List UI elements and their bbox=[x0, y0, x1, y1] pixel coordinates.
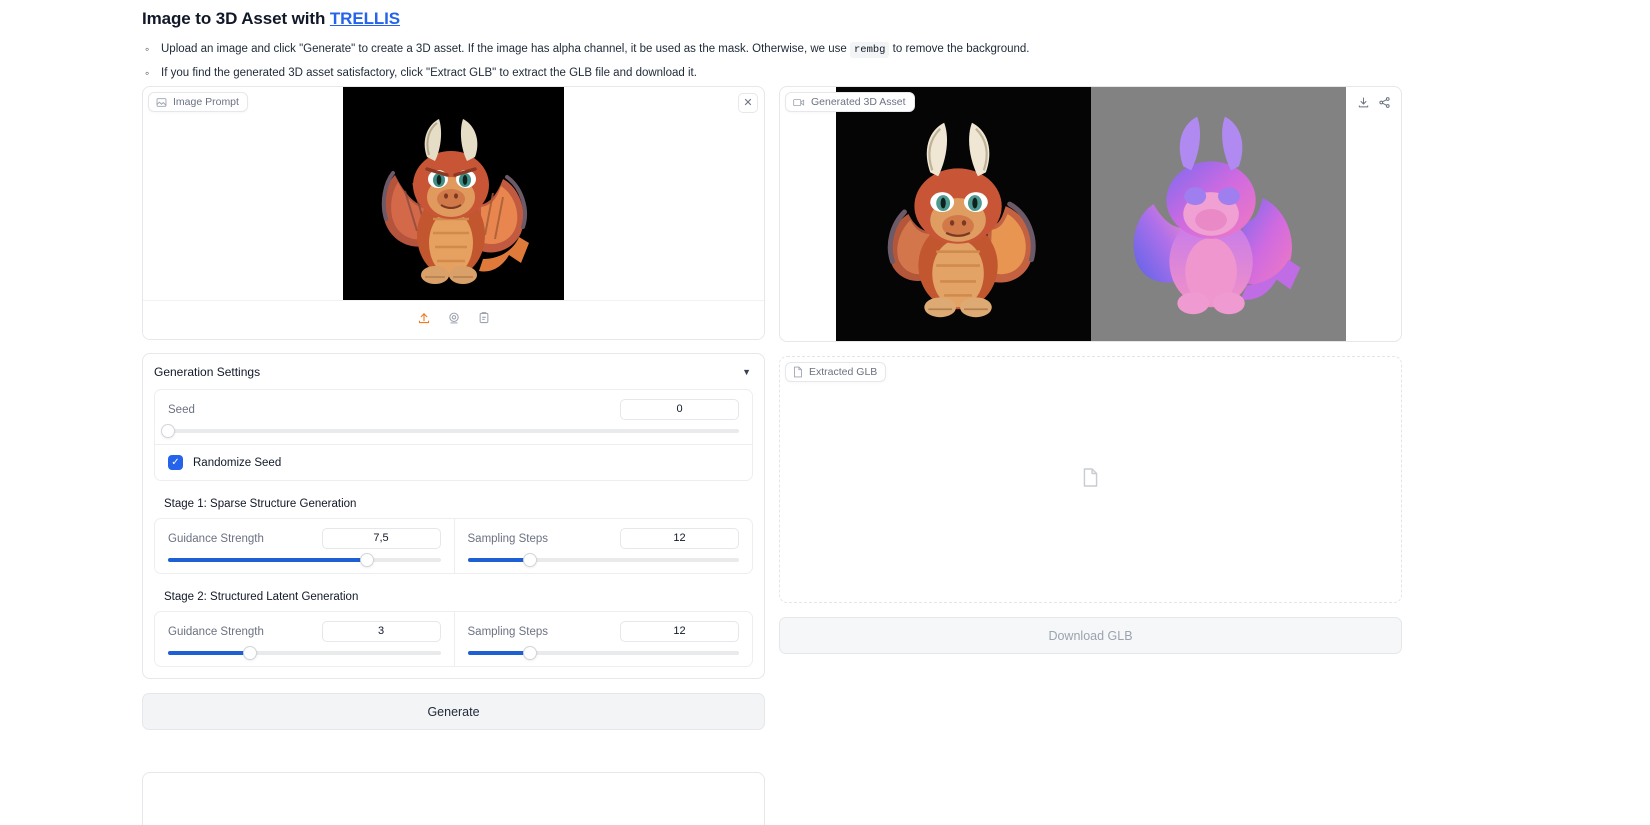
generation-settings-title: Generation Settings bbox=[154, 365, 260, 379]
paste-clipboard-icon[interactable] bbox=[477, 311, 491, 330]
left-column: Image Prompt ✕ bbox=[142, 86, 765, 730]
randomize-seed-label: Randomize Seed bbox=[193, 457, 281, 469]
stage2-guidance-fill bbox=[168, 651, 250, 655]
generated-asset-label: Generated 3D Asset bbox=[785, 92, 915, 112]
stage2-title: Stage 2: Structured Latent Generation bbox=[164, 591, 753, 603]
stage1-steps-input[interactable]: 12 bbox=[620, 528, 739, 549]
video-camera-icon bbox=[793, 97, 805, 108]
seed-label: Seed bbox=[168, 404, 195, 416]
stage2-guidance-cell: Guidance Strength 3 bbox=[155, 612, 454, 666]
generation-settings-header[interactable]: Generation Settings ▼ bbox=[143, 354, 764, 389]
stage2-steps-fill bbox=[468, 651, 530, 655]
stage2-steps-handle[interactable] bbox=[523, 646, 537, 660]
trellis-link[interactable]: TRELLIS bbox=[330, 9, 400, 28]
stage1-guidance-handle[interactable] bbox=[360, 553, 374, 567]
check-icon: ✓ bbox=[171, 458, 179, 468]
share-icon[interactable] bbox=[1378, 96, 1391, 114]
model-toolbar bbox=[1357, 96, 1391, 114]
stage1-steps-cell: Sampling Steps 12 bbox=[454, 519, 753, 573]
bullet-1-text-after: to remove the background. bbox=[889, 43, 1029, 55]
stage1-steps-head: Sampling Steps 12 bbox=[468, 528, 740, 549]
close-icon[interactable]: ✕ bbox=[738, 93, 758, 113]
stage1-guidance-label: Guidance Strength bbox=[168, 533, 264, 545]
rembg-code: rembg bbox=[850, 42, 890, 58]
stage2-steps-row: Sampling Steps 12 bbox=[455, 612, 753, 666]
bullet-2-text-before: If you find the generated 3D asset satis… bbox=[161, 67, 697, 79]
page-title: Image to 3D Asset with TRELLIS bbox=[142, 6, 1650, 32]
page-title-text: Image to 3D Asset with bbox=[142, 9, 330, 28]
image-prompt-panel: Image Prompt ✕ bbox=[142, 86, 765, 340]
list-item: If you find the generated 3D asset satis… bbox=[142, 62, 1650, 85]
stage2-steps-slider[interactable] bbox=[468, 651, 740, 655]
stage1-steps-handle[interactable] bbox=[523, 553, 537, 567]
seed-slider-handle[interactable] bbox=[161, 424, 175, 438]
seed-slider[interactable] bbox=[168, 429, 739, 433]
seed-slider-row: Seed 0 bbox=[155, 390, 752, 444]
stage1-group: Guidance Strength 7,5 bbox=[154, 518, 753, 574]
seed-head: Seed 0 bbox=[168, 399, 739, 420]
generated-3d-asset-panel: Generated 3D Asset bbox=[779, 86, 1402, 342]
chevron-down-icon[interactable]: ▼ bbox=[742, 367, 751, 377]
stage2-group: Guidance Strength 3 bbox=[154, 611, 753, 667]
stage2-guidance-label: Guidance Strength bbox=[168, 626, 264, 638]
dragon-normal-map bbox=[1091, 87, 1346, 341]
bottom-examples-panel bbox=[142, 772, 765, 825]
stage1-title: Stage 1: Sparse Structure Generation bbox=[164, 498, 753, 510]
extracted-glb-label: Extracted GLB bbox=[785, 362, 886, 382]
dragon-render bbox=[836, 87, 1091, 341]
stage2-guidance-slider[interactable] bbox=[168, 651, 441, 655]
dragon-artwork bbox=[343, 87, 564, 302]
download-icon[interactable] bbox=[1357, 96, 1370, 114]
stage1-guidance-head: Guidance Strength 7,5 bbox=[168, 528, 441, 549]
extracted-glb-panel: Extracted GLB bbox=[779, 356, 1402, 603]
randomize-seed-checkbox[interactable]: ✓ bbox=[168, 455, 183, 470]
stage1-guidance-cell: Guidance Strength 7,5 bbox=[155, 519, 454, 573]
stage2-steps-label: Sampling Steps bbox=[468, 626, 549, 638]
stage1-guidance-row: Guidance Strength 7,5 bbox=[155, 519, 454, 573]
stage1-steps-slider[interactable] bbox=[468, 558, 740, 562]
generation-settings-body: Seed 0 ✓ Randomize Seed bbox=[143, 389, 764, 678]
page-header: Image to 3D Asset with TRELLIS Upload an… bbox=[0, 0, 1650, 85]
model-normal-view[interactable] bbox=[1091, 87, 1346, 341]
stage1-steps-row: Sampling Steps 12 bbox=[455, 519, 753, 573]
image-prompt-label-text: Image Prompt bbox=[173, 96, 239, 108]
extracted-glb-empty-state bbox=[780, 357, 1401, 602]
stage2-guidance-input[interactable]: 3 bbox=[322, 621, 441, 642]
list-item: Upload an image and click "Generate" to … bbox=[142, 38, 1650, 62]
file-icon bbox=[793, 366, 803, 378]
webcam-icon[interactable] bbox=[447, 311, 461, 330]
extracted-glb-label-text: Extracted GLB bbox=[809, 366, 877, 378]
instructions-list: Upload an image and click "Generate" to … bbox=[142, 38, 1650, 85]
stage1-guidance-input[interactable]: 7,5 bbox=[322, 528, 441, 549]
stage1-steps-label: Sampling Steps bbox=[468, 533, 549, 545]
stage2-guidance-row: Guidance Strength 3 bbox=[155, 612, 454, 666]
stage2-steps-cell: Sampling Steps 12 bbox=[454, 612, 753, 666]
seed-group: Seed 0 ✓ Randomize Seed bbox=[154, 389, 753, 481]
generation-settings-accordion: Generation Settings ▼ Seed 0 bbox=[142, 353, 765, 679]
generate-button[interactable]: Generate bbox=[142, 693, 765, 730]
stage1-guidance-fill bbox=[168, 558, 367, 562]
upload-icon[interactable] bbox=[417, 311, 431, 330]
image-prompt-label: Image Prompt bbox=[148, 92, 248, 112]
right-column: Generated 3D Asset bbox=[779, 86, 1402, 654]
stage2-guidance-head: Guidance Strength 3 bbox=[168, 621, 441, 642]
stage2-steps-input[interactable]: 12 bbox=[620, 621, 739, 642]
file-placeholder-icon bbox=[1082, 467, 1099, 493]
stage1-steps-fill bbox=[468, 558, 530, 562]
randomize-seed-row[interactable]: ✓ Randomize Seed bbox=[155, 444, 752, 480]
seed-input[interactable]: 0 bbox=[620, 399, 739, 420]
image-prompt-toolbar bbox=[143, 300, 764, 339]
stage2-guidance-handle[interactable] bbox=[243, 646, 257, 660]
app-root: Image to 3D Asset with TRELLIS Upload an… bbox=[0, 0, 1650, 825]
download-glb-button[interactable]: Download GLB bbox=[779, 617, 1402, 654]
generated-asset-label-text: Generated 3D Asset bbox=[811, 96, 906, 108]
stage2-steps-head: Sampling Steps 12 bbox=[468, 621, 740, 642]
stage1-guidance-slider[interactable] bbox=[168, 558, 441, 562]
model-viewer[interactable] bbox=[780, 87, 1401, 341]
model-render-view[interactable] bbox=[836, 87, 1091, 341]
image-icon bbox=[156, 97, 167, 108]
bullet-1-text-before: Upload an image and click "Generate" to … bbox=[161, 43, 850, 55]
